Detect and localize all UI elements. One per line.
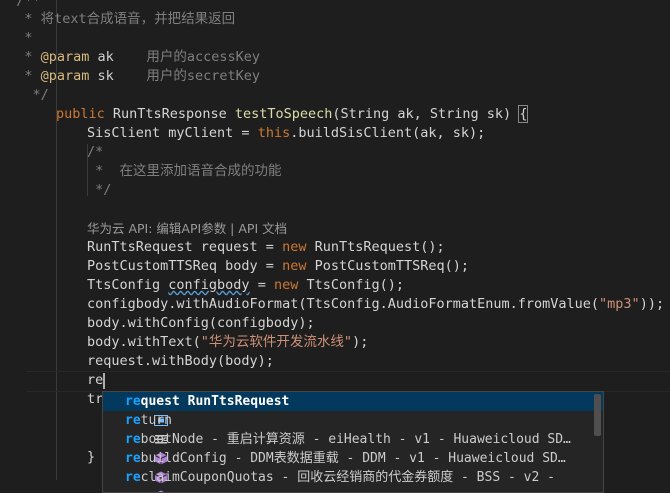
suggestion-item[interactable]: reclaimCouponQuotas - 回收云经销商的代金券额度 - BSS…: [103, 468, 603, 492]
suggestion-item[interactable]: return: [103, 411, 603, 444]
code-line: /*: [87, 144, 104, 160]
api-codelens-hint[interactable]: 华为云 API: 编辑API参数 | API 文档: [87, 219, 287, 238]
code-line: TtsConfig configbody = new TtsConfig();: [87, 277, 405, 293]
current-line-highlight: [26, 371, 670, 392]
code-line: * @param ak 用户的accessKey: [0, 49, 260, 65]
code-line: PostCustomTTSReq body = new PostCustomTT…: [87, 258, 470, 274]
suggestion-item[interactable]: rebuildConfig - DDM表数据重载 - DDM - v1 - Hu…: [103, 449, 603, 484]
code-line: *: [0, 30, 33, 46]
cube-icon: [106, 432, 168, 465]
variable-icon: [106, 394, 168, 426]
code-line: re: [87, 372, 104, 388]
code-line: }: [87, 449, 96, 465]
suggestion-scrollbar[interactable]: [594, 394, 601, 436]
code-line: * @param sk 用户的secretKey: [0, 68, 260, 84]
cube-icon: [106, 451, 168, 484]
keyword-snippet-icon: [106, 413, 168, 444]
code-line: * 将text合成语音，并把结果返回: [0, 11, 236, 27]
autocomplete-suggestion-list[interactable]: request RunTtsRequest return rebootNode …: [102, 391, 604, 493]
code-line: * 在这里添加语音合成的功能: [87, 163, 282, 179]
cube-icon: [106, 470, 164, 492]
code-line: public RunTtsResponse testToSpeech(Strin…: [56, 105, 529, 123]
code-line: RunTtsRequest request = new RunTtsReques…: [87, 239, 445, 255]
code-line: request.withBody(body);: [87, 353, 274, 369]
text-caret: [103, 373, 105, 389]
code-line: configbody.withAudioFormat(TtsConfig.Aud…: [87, 296, 665, 312]
code-line: SisClient myClient = this.buildSisClient…: [87, 125, 486, 141]
suggestion-item[interactable]: request RunTtsRequest: [103, 392, 603, 426]
code-line: tr: [87, 391, 104, 407]
code-line: body.withText("华为云软件开发流水线");: [87, 334, 369, 350]
suggestion-item[interactable]: rebootNode - 重启计算资源 - eiHealth - v1 - Hu…: [103, 430, 603, 465]
code-line: */: [87, 182, 112, 198]
code-line: */: [0, 87, 49, 103]
code-line: body.withConfig(configbody);: [87, 315, 315, 331]
